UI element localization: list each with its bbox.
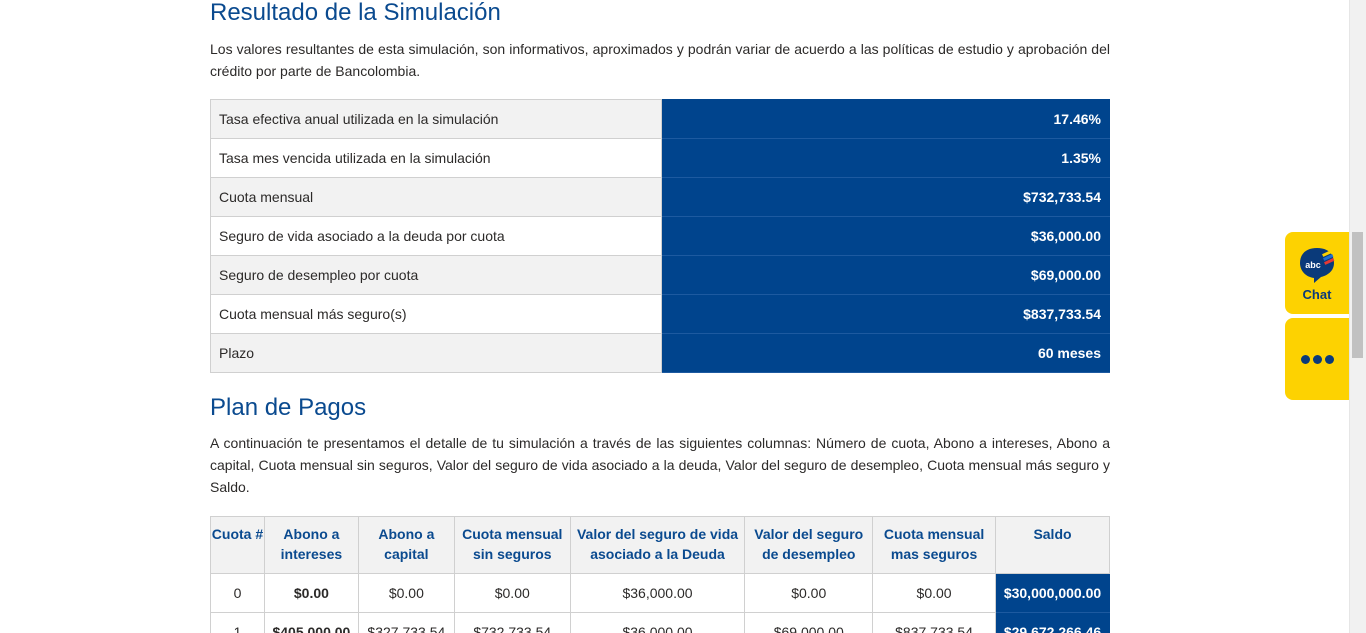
plan-column-header: Valor del seguro de desempleo [744, 516, 874, 574]
plan-cell: $0.00 [744, 573, 874, 613]
result-description: Los valores resultantes de esta simulaci… [210, 41, 1110, 79]
summary-value: $36,000.00 [661, 216, 1110, 256]
summary-value: 17.46% [661, 99, 1110, 139]
summary-label: Tasa efectiva anual utilizada en la simu… [210, 99, 662, 139]
more-options-button[interactable] [1285, 318, 1349, 400]
plan-column-header: Abono a capital [357, 516, 455, 574]
plan-cell: $0.00 [453, 573, 571, 613]
summary-row: Tasa mes vencida utilizada en la simulac… [210, 138, 1110, 178]
plan-title: Plan de Pagos [210, 394, 367, 421]
summary-row: Plazo 60 meses [210, 333, 1110, 373]
plan-cell: $837,733.54 [872, 612, 996, 633]
summary-value: $732,733.54 [661, 177, 1110, 217]
chat-bubble-icon: abc [1300, 248, 1335, 283]
plan-cell: 1 [210, 612, 265, 633]
chat-button[interactable]: abc Chat [1285, 232, 1349, 314]
plan-column-header: Valor del seguro de vida asociado a la D… [569, 516, 746, 574]
plan-cell: $405,000.00 [263, 612, 359, 633]
plan-row: 0 $0.00 $0.00 $0.00 $36,000.00 $0.00 $0.00 $30,… [210, 573, 1110, 613]
plan-cell: $30,000,000.00 [995, 573, 1110, 613]
plan-cell: $36,000.00 [569, 573, 746, 613]
plan-cell: $29,672,266.46 [995, 612, 1110, 633]
plan-column-header: Saldo [995, 516, 1110, 574]
plan-cell: $327,733.54 [357, 612, 455, 633]
more-dots-icon [1301, 355, 1335, 365]
summary-label: Tasa mes vencida utilizada en la simulac… [210, 138, 662, 178]
plan-cell: $0.00 [872, 573, 996, 613]
plan-column-header: Abono a intereses [263, 516, 359, 574]
summary-row: Cuota mensual $732,733.54 [210, 177, 1110, 217]
summary-value: $69,000.00 [661, 255, 1110, 295]
summary-label: Cuota mensual [210, 177, 662, 217]
summary-label: Cuota mensual más seguro(s) [210, 294, 662, 334]
chat-label: Chat [1302, 287, 1332, 302]
payment-plan-table: Cuota # Abono a intereses Abono a capital C… [210, 516, 1110, 633]
result-summary-table: Tasa efectiva anual utilizada en la simu… [210, 99, 1110, 373]
summary-row: Seguro de desempleo por cuota $69,000.00 [210, 255, 1110, 295]
summary-label: Seguro de vida asociado a la deuda por c… [210, 216, 662, 256]
plan-column-header: Cuota mensual sin seguros [453, 516, 571, 574]
summary-value: 1.35% [661, 138, 1110, 178]
plan-cell: $732,733.54 [453, 612, 571, 633]
plan-column-header: Cuota mensual mas seguros [872, 516, 996, 574]
plan-cell: $0.00 [357, 573, 455, 613]
plan-cell: $36,000.00 [569, 612, 746, 633]
plan-row: 1 $405,000.00 $327,733.54 $732,733.54 $36,00… [210, 612, 1110, 633]
summary-label: Plazo [210, 333, 662, 373]
plan-cell: 0 [210, 573, 265, 613]
plan-description: A continuación te presentamos el detalle… [210, 435, 1110, 495]
result-title: Resultado de la Simulación [210, 0, 501, 26]
summary-row: Cuota mensual más seguro(s) $837,733.54 [210, 294, 1110, 334]
summary-row: Tasa efectiva anual utilizada en la simu… [210, 99, 1110, 139]
summary-value: 60 meses [661, 333, 1110, 373]
scrollbar-thumb[interactable] [1352, 232, 1363, 358]
chat-icon-text: abc [1305, 260, 1321, 270]
plan-header-row: Cuota # Abono a intereses Abono a capital C… [210, 516, 1110, 574]
summary-value: $837,733.54 [661, 294, 1110, 334]
plan-cell: $0.00 [263, 573, 359, 613]
summary-label: Seguro de desempleo por cuota [210, 255, 662, 295]
plan-column-header: Cuota # [210, 516, 265, 574]
summary-row: Seguro de vida asociado a la deuda por c… [210, 216, 1110, 256]
plan-cell: $69,000.00 [744, 612, 874, 633]
